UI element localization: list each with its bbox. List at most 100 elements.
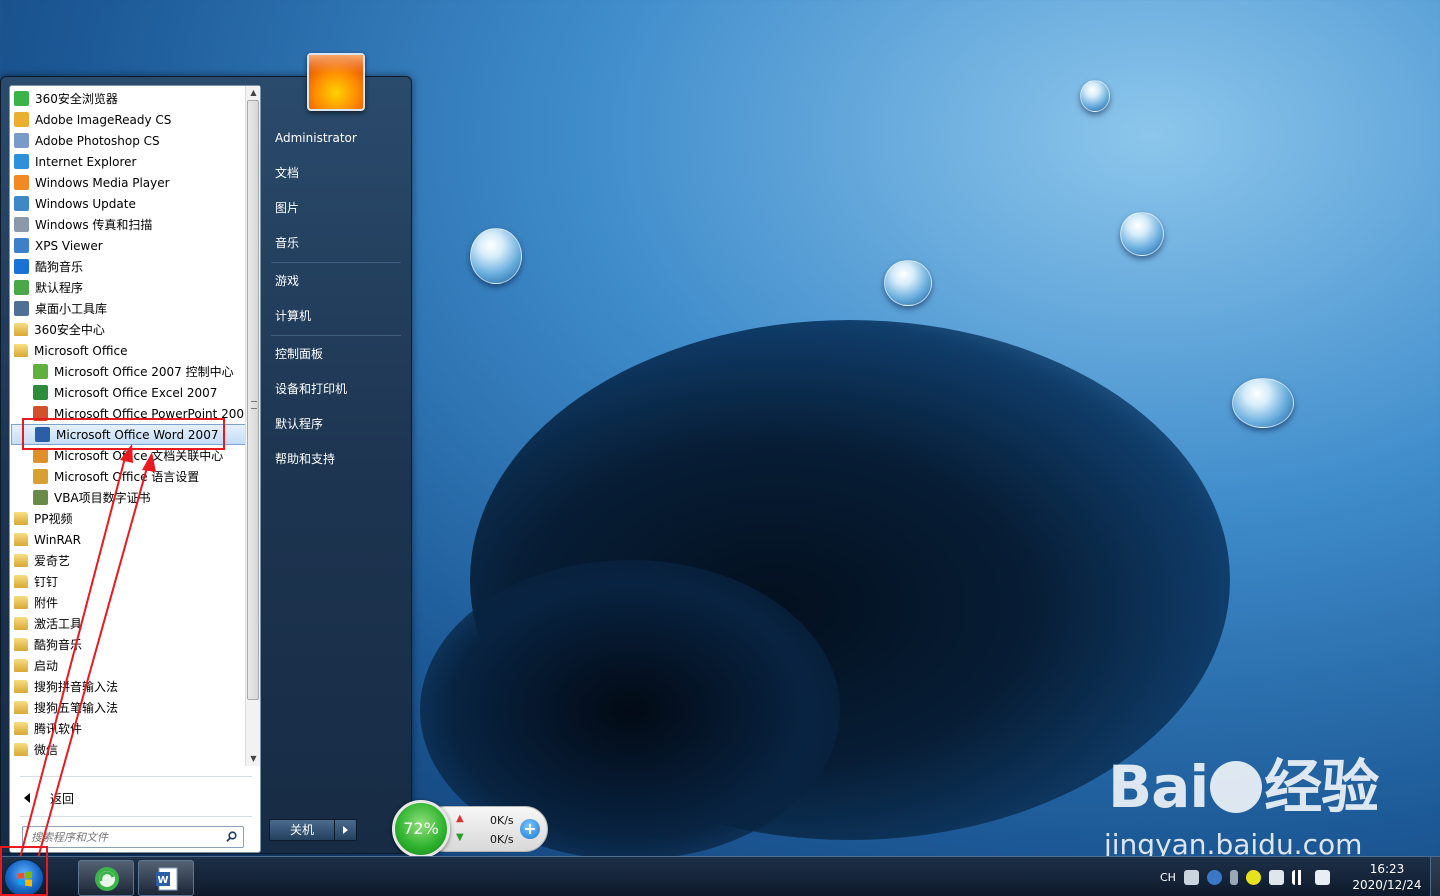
start-right-item[interactable]: 游戏 — [267, 266, 407, 296]
program-item[interactable]: Windows 传真和扫描 — [10, 214, 246, 235]
program-item[interactable]: Adobe ImageReady CS — [10, 109, 246, 130]
program-item[interactable]: 默认程序 — [10, 277, 246, 298]
start-right-item[interactable]: 设备和打印机 — [267, 374, 407, 404]
program-item[interactable]: Adobe Photoshop CS — [10, 130, 246, 151]
system-tray: CH — [1160, 865, 1330, 889]
right-pane-separator — [271, 335, 401, 336]
program-label: XPS Viewer — [35, 238, 103, 253]
scroll-thumb[interactable] — [247, 100, 259, 700]
water-drop — [1120, 212, 1164, 256]
program-item[interactable]: 附件 — [10, 592, 246, 613]
flag-icon[interactable] — [1268, 869, 1284, 885]
program-item[interactable]: Microsoft Office 语言设置 — [10, 466, 246, 487]
program-item[interactable]: Windows Update — [10, 193, 246, 214]
start-right-item[interactable]: 图片 — [267, 193, 407, 223]
back-button[interactable]: 返回 — [16, 786, 246, 810]
back-label: 返回 — [50, 791, 75, 806]
vba-cert-icon — [33, 490, 48, 505]
start-right-item[interactable]: 计算机 — [267, 301, 407, 331]
xps-viewer-icon — [14, 238, 29, 253]
network-signal-icon[interactable] — [1291, 869, 1307, 885]
taskbar-word[interactable]: W — [138, 860, 194, 896]
program-label: 360安全浏览器 — [35, 92, 118, 106]
program-label: Adobe Photoshop CS — [35, 133, 160, 148]
program-label: Adobe ImageReady CS — [35, 112, 172, 127]
program-item[interactable]: 启动 — [10, 655, 246, 676]
plus-icon[interactable]: + — [520, 819, 540, 839]
keyboard-icon[interactable] — [1183, 869, 1199, 885]
program-item[interactable]: 360安全中心 — [10, 319, 246, 340]
tray-expand-icon[interactable] — [1229, 869, 1238, 885]
baidu-logo: Bai 经验 — [1108, 740, 1379, 824]
start-right-item[interactable]: 控制面板 — [267, 339, 407, 369]
program-item[interactable]: WinRAR — [10, 529, 246, 550]
search-icon[interactable] — [226, 831, 237, 842]
folder-icon — [14, 554, 28, 567]
program-label: Internet Explorer — [35, 154, 137, 169]
memory-usage-percent[interactable]: 72% — [392, 800, 450, 858]
program-list-scrollbar[interactable]: ▲ ▼ — [245, 86, 260, 766]
paw-icon — [1210, 761, 1263, 813]
folder-icon — [14, 659, 28, 672]
program-label: 默认程序 — [35, 281, 84, 295]
program-item[interactable]: 爱奇艺 — [10, 550, 246, 571]
ie-icon — [14, 154, 29, 169]
program-item[interactable]: XPS Viewer — [10, 235, 246, 256]
all-programs-pane: 360安全浏览器 Adobe ImageReady CS Adobe Photosh… — [9, 85, 261, 853]
help-icon[interactable] — [1206, 869, 1222, 885]
program-item[interactable]: 桌面小工具库 — [10, 298, 246, 319]
start-right-item[interactable]: 文档 — [267, 158, 407, 188]
program-item[interactable]: Microsoft Office Excel 2007 — [10, 382, 246, 403]
program-item[interactable]: Internet Explorer — [10, 151, 246, 172]
program-label: 爱奇艺 — [34, 554, 71, 568]
word-icon: W — [156, 867, 178, 891]
program-label: WinRAR — [34, 532, 81, 547]
language-indicator[interactable]: CH — [1160, 871, 1176, 884]
program-item[interactable]: 激活工具 — [10, 613, 246, 634]
start-right-item[interactable]: 默认程序 — [267, 409, 407, 439]
program-item[interactable]: 360安全浏览器 — [10, 88, 246, 109]
shutdown-options-arrow-icon[interactable] — [335, 819, 357, 841]
program-item[interactable]: 腾讯软件 — [10, 718, 246, 739]
program-item[interactable]: 搜狗拼音输入法 — [10, 676, 246, 697]
clock[interactable]: 16:23 2020/12/24 — [1346, 861, 1428, 893]
network-monitor-widget[interactable]: 72% ▲ 0K/s ▼ 0K/s + — [392, 800, 548, 858]
show-desktop-button[interactable] — [1430, 857, 1440, 896]
download-arrow-icon: ▼ — [456, 832, 464, 843]
program-item[interactable]: 酷狗音乐 — [10, 634, 246, 655]
water-drop — [884, 260, 932, 306]
start-right-item[interactable]: 音乐 — [267, 228, 407, 258]
program-label: 桌面小工具库 — [35, 302, 108, 316]
search-input[interactable] — [23, 827, 213, 847]
scroll-down-button[interactable]: ▼ — [246, 752, 261, 766]
folder-icon — [14, 512, 28, 525]
folder-icon — [14, 743, 28, 756]
taskbar-360-browser[interactable] — [78, 860, 134, 896]
program-item[interactable]: Windows Media Player — [10, 172, 246, 193]
imageready-icon — [14, 112, 29, 127]
scroll-up-button[interactable]: ▲ — [246, 86, 261, 100]
sogou-input-icon[interactable] — [1245, 869, 1261, 885]
media-player-icon — [14, 175, 29, 190]
user-picture[interactable] — [307, 53, 365, 111]
program-label: Windows 传真和扫描 — [35, 218, 153, 232]
shutdown-button[interactable]: 关机 — [269, 819, 335, 841]
start-right-item[interactable]: 帮助和支持 — [267, 444, 407, 474]
program-item[interactable]: VBA项目数字证书 — [10, 487, 246, 508]
program-item[interactable]: PP视频 — [10, 508, 246, 529]
program-item[interactable]: Microsoft Office — [10, 340, 246, 361]
program-item[interactable]: 酷狗音乐 — [10, 256, 246, 277]
search-box[interactable] — [22, 826, 244, 848]
program-label: VBA项目数字证书 — [54, 491, 151, 505]
program-item[interactable]: Microsoft Office 2007 控制中心 — [10, 361, 246, 382]
program-item[interactable]: 钉钉 — [10, 571, 246, 592]
highlight-box-start — [0, 846, 48, 896]
program-label: 酷狗音乐 — [34, 638, 83, 652]
program-item[interactable]: 微信 — [10, 739, 246, 760]
start-right-item[interactable]: Administrator — [267, 123, 407, 153]
program-label: 钉钉 — [34, 575, 59, 589]
volume-icon[interactable] — [1314, 869, 1330, 885]
office-lang-icon — [33, 469, 48, 484]
clock-time: 16:23 — [1369, 862, 1405, 876]
program-item[interactable]: 搜狗五笔输入法 — [10, 697, 246, 718]
